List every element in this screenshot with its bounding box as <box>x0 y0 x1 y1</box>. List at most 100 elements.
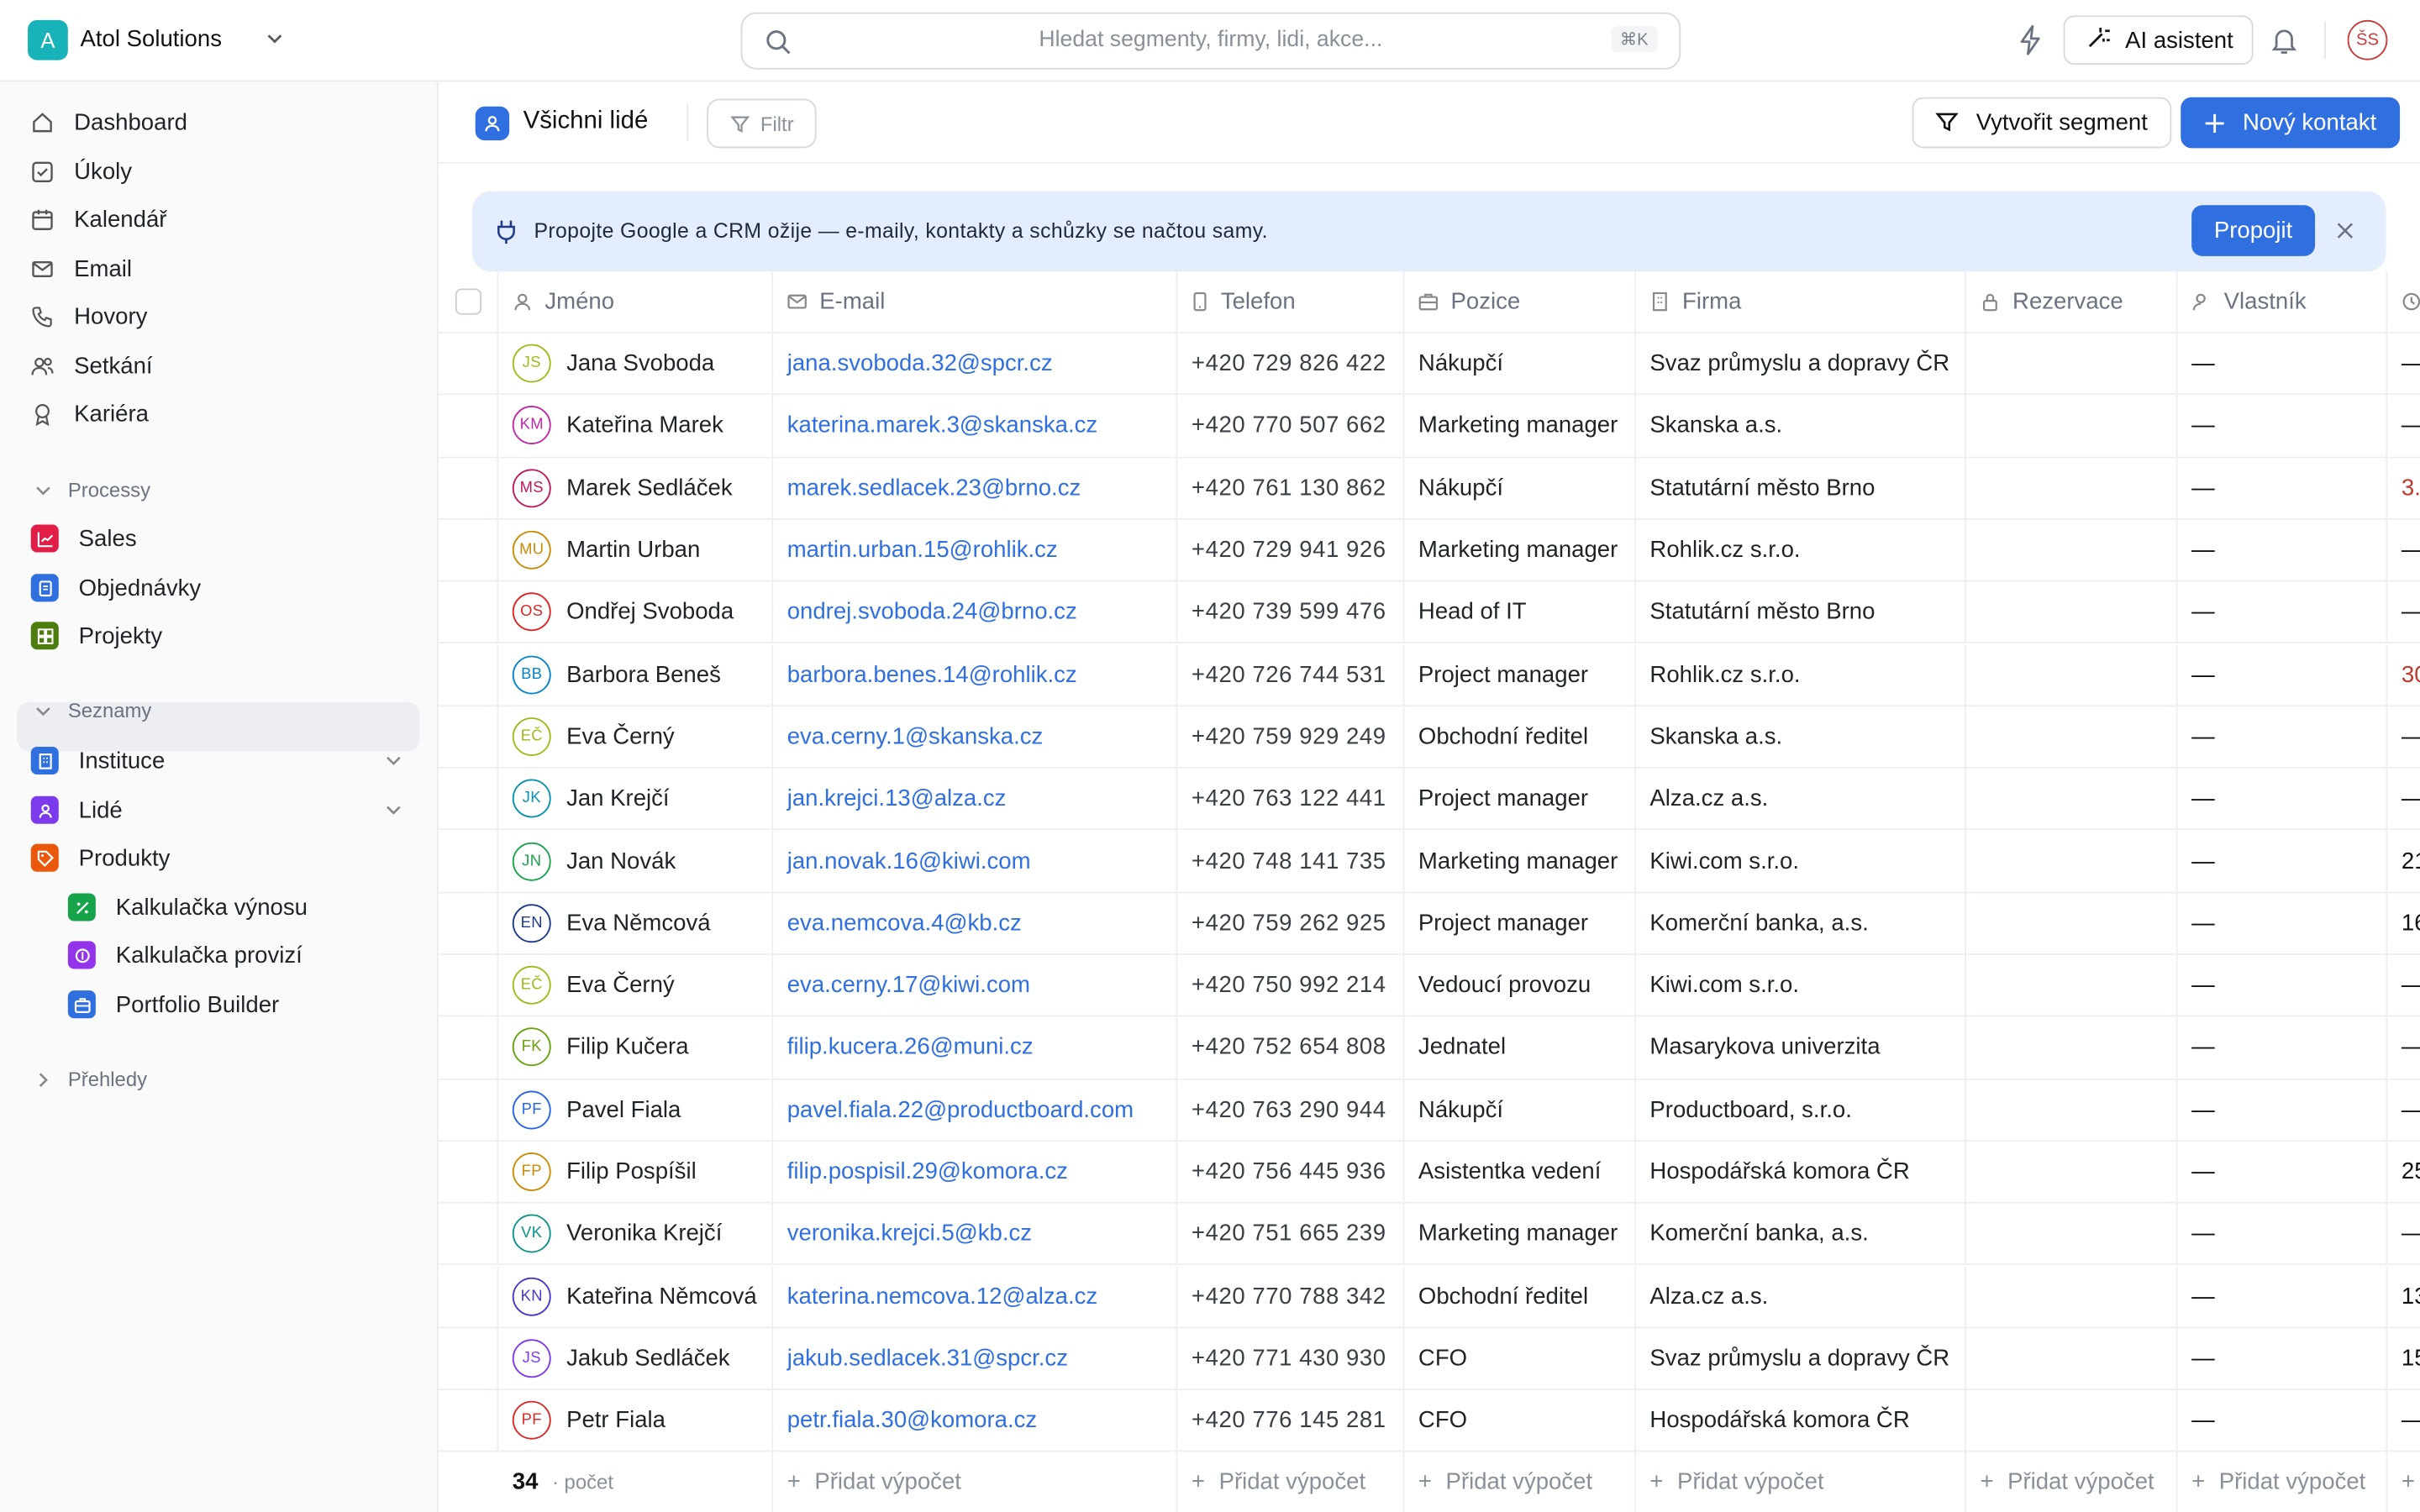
cell-owner[interactable]: — <box>2178 1016 2388 1079</box>
column-header-phone[interactable]: Telefon <box>1177 271 1405 332</box>
cell-company[interactable]: Alza.cz a.s. <box>1636 768 1966 830</box>
table-row[interactable]: JS Jakub Sedláček jakub.sedlacek.31@spcr.c… <box>438 1328 2420 1391</box>
cell-email[interactable]: filip.kucera.26@muni.cz <box>773 1016 1178 1079</box>
cell-owner[interactable]: — <box>2178 1390 2388 1452</box>
user-avatar[interactable]: ŠS <box>2347 19 2388 60</box>
cell-reservation[interactable] <box>1966 519 2178 580</box>
cell-position[interactable]: Marketing manager <box>1404 519 1636 580</box>
list-products[interactable]: Produkty <box>30 841 171 874</box>
table-row[interactable]: JN Jan Novák jan.novak.16@kiwi.com +420 748… <box>438 830 2420 893</box>
cell-email[interactable]: katerina.marek.3@skanska.cz <box>773 395 1178 456</box>
cell-position[interactable]: Marketing manager <box>1404 830 1636 892</box>
bell-icon[interactable] <box>2270 24 2298 61</box>
cell-extra[interactable]: 16 <box>2387 893 2420 953</box>
cell-email[interactable]: jan.novak.16@kiwi.com <box>773 830 1178 892</box>
cell-position[interactable]: Jednatel <box>1404 1016 1636 1079</box>
cell-owner[interactable]: — <box>2178 643 2388 705</box>
cell-owner[interactable]: — <box>2178 1141 2388 1203</box>
new-contact-button[interactable]: Nový kontakt <box>2181 97 2401 149</box>
cell-name[interactable]: PF Petr Fiala <box>498 1390 774 1452</box>
cell-company[interactable]: Masarykova univerzita <box>1636 1016 1966 1079</box>
cell-reservation[interactable] <box>1966 581 2178 643</box>
table-row[interactable]: OS Ondřej Svoboda ondrej.svoboda.24@brno.c… <box>438 581 2420 644</box>
cell-name[interactable]: MS Marek Sedláček <box>498 457 774 518</box>
cell-position[interactable]: Project manager <box>1404 892 1636 954</box>
cell-owner[interactable]: — <box>2178 830 2388 892</box>
table-row[interactable]: MS Marek Sedláček marek.sedlacek.23@brno.c… <box>438 457 2420 520</box>
cell-extra[interactable]: 30 <box>2387 644 2420 705</box>
add-calc-company[interactable]: + Přidat výpočet <box>1636 1452 1966 1512</box>
cell-owner[interactable]: — <box>2178 581 2388 643</box>
cell-name[interactable]: FK Filip Kučera <box>498 1016 774 1079</box>
cell-name[interactable]: EČ Eva Černý <box>498 954 774 1016</box>
cell-email[interactable]: jan.krejci.13@alza.cz <box>773 768 1178 830</box>
lightning-icon[interactable] <box>2018 24 2045 61</box>
process-projects[interactable]: Projekty <box>30 619 162 653</box>
email-link[interactable]: veronika.krejci.5@kb.cz <box>787 1221 1032 1247</box>
table-row[interactable]: BB Barbora Beneš barbora.benes.14@rohlik.c… <box>438 643 2420 706</box>
cell-reservation[interactable] <box>1966 1390 2178 1452</box>
cell-company[interactable]: Komerční banka, a.s. <box>1636 1203 1966 1265</box>
cell-email[interactable]: filip.pospisil.29@komora.cz <box>773 1141 1178 1203</box>
email-link[interactable]: katerina.marek.3@skanska.cz <box>787 412 1097 438</box>
cell-email[interactable]: jana.svoboda.32@spcr.cz <box>773 333 1178 394</box>
cell-reservation[interactable] <box>1966 1266 2178 1327</box>
cell-phone[interactable]: +420 726 744 531 <box>1177 643 1405 705</box>
cell-extra[interactable]: — <box>2387 1390 2420 1451</box>
cell-company[interactable]: Kiwi.com s.r.o. <box>1636 954 1966 1016</box>
column-header-owner[interactable]: Vlastník <box>2178 271 2388 332</box>
cell-owner[interactable]: — <box>2178 333 2388 394</box>
email-link[interactable]: eva.nemcova.4@kb.cz <box>787 910 1022 936</box>
cell-reservation[interactable] <box>1966 643 2178 705</box>
workspace-name[interactable]: Atol Solutions <box>81 26 222 52</box>
cell-email[interactable]: eva.cerny.17@kiwi.com <box>773 954 1178 1016</box>
email-link[interactable]: petr.fiala.30@komora.cz <box>787 1408 1037 1434</box>
column-header-more[interactable] <box>2387 271 2420 332</box>
process-orders[interactable]: Objednávky <box>30 571 201 605</box>
cell-email[interactable]: martin.urban.15@rohlik.cz <box>773 519 1178 580</box>
column-header-reservation[interactable]: Rezervace <box>1966 271 2178 332</box>
table-row[interactable]: EČ Eva Černý eva.cerny.1@skanska.cz +420 75… <box>438 706 2420 769</box>
table-row[interactable]: KM Kateřina Marek katerina.marek.3@skanska… <box>438 395 2420 458</box>
cell-company[interactable]: Kiwi.com s.r.o. <box>1636 830 1966 892</box>
cell-name[interactable]: FP Filip Pospíšil <box>498 1141 774 1203</box>
email-link[interactable]: martin.urban.15@rohlik.cz <box>787 537 1058 563</box>
cell-email[interactable]: eva.cerny.1@skanska.cz <box>773 706 1178 768</box>
table-row[interactable]: JS Jana Svoboda jana.svoboda.32@spcr.cz +42… <box>438 333 2420 396</box>
cell-company[interactable]: Svaz průmyslu a dopravy ČR <box>1636 1328 1966 1389</box>
table-row[interactable]: PF Petr Fiala petr.fiala.30@komora.cz +420 … <box>438 1390 2420 1453</box>
email-link[interactable]: barbora.benes.14@rohlik.cz <box>787 661 1077 687</box>
cell-name[interactable]: KM Kateřina Marek <box>498 395 774 456</box>
cell-reservation[interactable] <box>1966 333 2178 394</box>
cell-reservation[interactable] <box>1966 395 2178 456</box>
cell-phone[interactable]: +420 750 992 214 <box>1177 954 1405 1016</box>
nav-calls[interactable]: Hovory <box>31 299 148 333</box>
process-sales[interactable]: Sales <box>30 522 137 555</box>
cell-position[interactable]: Project manager <box>1404 768 1636 830</box>
email-link[interactable]: jan.krejci.13@alza.cz <box>787 785 1007 811</box>
cell-phone[interactable]: +420 763 290 944 <box>1177 1079 1405 1141</box>
cell-reservation[interactable] <box>1966 1016 2178 1079</box>
cell-email[interactable]: pavel.fiala.22@productboard.com <box>773 1079 1178 1141</box>
cell-email[interactable]: veronika.krejci.5@kb.cz <box>773 1203 1178 1265</box>
cell-position[interactable]: Vedoucí provozu <box>1404 954 1636 1016</box>
cell-name[interactable]: JK Jan Krejčí <box>498 768 774 830</box>
list-institutions[interactable]: Instituce <box>30 743 165 777</box>
cell-position[interactable]: Nákupčí <box>1404 333 1636 394</box>
cell-email[interactable]: petr.fiala.30@komora.cz <box>773 1390 1178 1452</box>
cell-company[interactable]: Skanska a.s. <box>1636 706 1966 768</box>
add-calc-more[interactable]: + <box>2387 1452 2420 1512</box>
cell-owner[interactable]: — <box>2178 1079 2388 1141</box>
cell-company[interactable]: Statutární město Brno <box>1636 457 1966 518</box>
table-row[interactable]: EČ Eva Černý eva.cerny.17@kiwi.com +420 750… <box>438 954 2420 1017</box>
cell-phone[interactable]: +420 729 941 926 <box>1177 519 1405 580</box>
cell-phone[interactable]: +420 763 122 441 <box>1177 768 1405 830</box>
cell-company[interactable]: Komerční banka, a.s. <box>1636 892 1966 954</box>
cell-name[interactable]: EČ Eva Černý <box>498 706 774 768</box>
nav-meetings[interactable]: Setkání <box>31 349 153 382</box>
email-link[interactable]: filip.kucera.26@muni.cz <box>787 1034 1034 1060</box>
cell-company[interactable]: Statutární město Brno <box>1636 581 1966 643</box>
close-icon[interactable] <box>2335 221 2355 247</box>
cell-reservation[interactable] <box>1966 1079 2178 1141</box>
nav-career[interactable]: Kariéra <box>31 396 149 430</box>
